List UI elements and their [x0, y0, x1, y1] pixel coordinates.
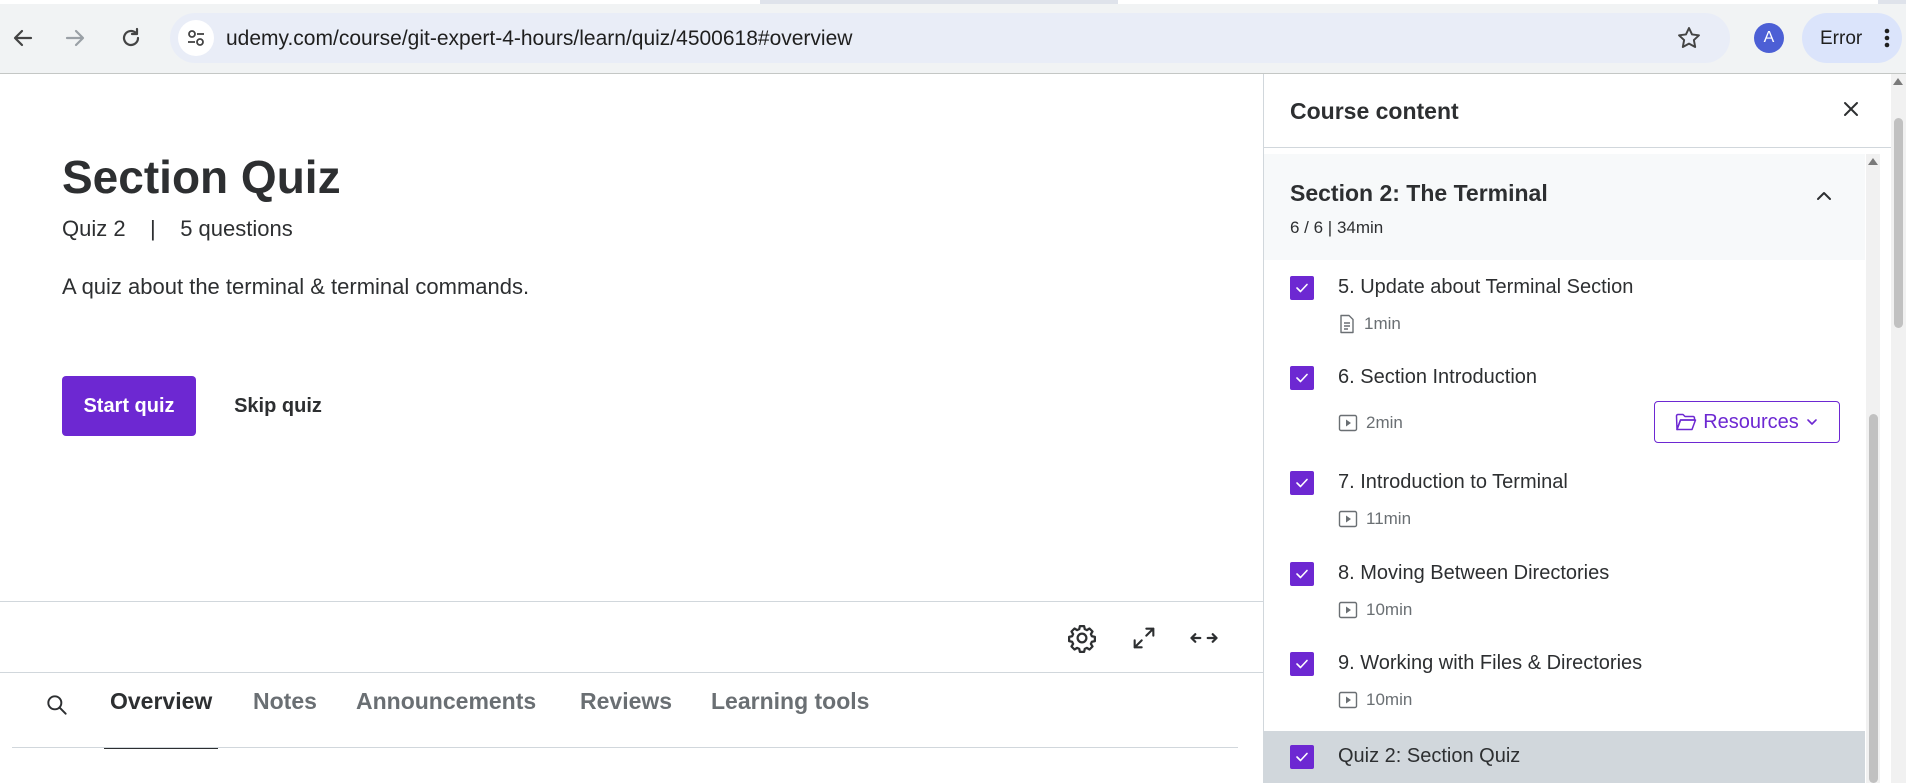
sidebar-header: Course content — [1264, 74, 1894, 148]
reload-icon — [122, 27, 140, 47]
error-menu-button[interactable]: Error — [1802, 13, 1902, 63]
lecture-item[interactable]: 9. Working with Files & Directories 10mi… — [1264, 636, 1865, 726]
lecture-meta: 1min — [1338, 314, 1401, 334]
sidebar-scrollbar[interactable] — [1866, 154, 1880, 783]
quiz-description: A quiz about the terminal & terminal com… — [62, 274, 530, 299]
back-arrow-icon — [13, 29, 33, 47]
url-text[interactable]: udemy.com/course/git-expert-4-hours/lear… — [226, 27, 852, 51]
tab-learning-tools[interactable]: Learning tools — [711, 688, 869, 748]
expand-icon — [1133, 627, 1155, 649]
lecture-item[interactable]: 6. Section Introduction 2min Resources — [1264, 350, 1865, 456]
browser-toolbar: udemy.com/course/git-expert-4-hours/lear… — [0, 0, 1906, 74]
tab-notes[interactable]: Notes — [253, 688, 317, 748]
section-header[interactable]: Section 2: The Terminal 6 / 6 | 34min — [1264, 154, 1865, 260]
video-icon — [1338, 691, 1358, 709]
course-tabs: Overview Notes Announcements Reviews Lea… — [0, 672, 1263, 749]
lecture-meta: 11min — [1338, 509, 1411, 529]
lecture-title[interactable]: 6. Section Introduction — [1338, 366, 1537, 389]
course-content-sidebar: Course content Section 2: The Terminal 6… — [1263, 74, 1906, 783]
lecture-duration: 10min — [1366, 600, 1413, 619]
quiz-main-area: Section Quiz Quiz 2 | 5 questions A quiz… — [0, 74, 1263, 783]
check-icon — [1296, 283, 1308, 293]
search-icon[interactable] — [44, 692, 70, 718]
tab-reviews[interactable]: Reviews — [580, 688, 672, 748]
quiz-item-active[interactable]: Quiz 2: Section Quiz — [1264, 731, 1865, 783]
completed-checkbox[interactable] — [1290, 471, 1314, 495]
folder-icon — [1675, 413, 1697, 431]
divider — [0, 601, 1263, 602]
tab-announcements[interactable]: Announcements — [356, 688, 536, 748]
chevron-down-icon — [1806, 419, 1817, 425]
back-button[interactable] — [6, 21, 40, 55]
check-icon — [1296, 478, 1308, 488]
start-quiz-button[interactable]: Start quiz — [62, 376, 196, 436]
lecture-title[interactable]: 7. Introduction to Terminal — [1338, 471, 1568, 494]
arrows-horizontal-icon — [1190, 633, 1218, 643]
lecture-duration: 1min — [1364, 314, 1401, 333]
page-scrollbar[interactable] — [1891, 74, 1906, 783]
close-icon — [1844, 102, 1858, 116]
lecture-duration: 11min — [1366, 509, 1412, 528]
resources-label: Resources — [1703, 410, 1799, 433]
completed-checkbox[interactable] — [1290, 652, 1314, 676]
quiz-meta: Quiz 2 | 5 questions — [62, 216, 293, 241]
completed-checkbox[interactable] — [1290, 745, 1314, 769]
bookmark-star-icon[interactable] — [1676, 25, 1702, 51]
site-info-icon[interactable] — [178, 20, 214, 56]
settings-button[interactable] — [1064, 620, 1100, 656]
chevron-up-icon[interactable] — [1814, 186, 1834, 206]
error-label: Error — [1820, 28, 1863, 49]
lecture-title[interactable]: 9. Working with Files & Directories — [1338, 652, 1642, 675]
lecture-duration: 2min — [1366, 413, 1403, 432]
lecture-duration: 10min — [1366, 690, 1413, 709]
lecture-item[interactable]: 5. Update about Terminal Section 1min — [1264, 260, 1865, 350]
completed-checkbox[interactable] — [1290, 562, 1314, 586]
completed-checkbox[interactable] — [1290, 366, 1314, 390]
check-icon — [1296, 659, 1308, 669]
check-icon — [1296, 569, 1308, 579]
lecture-title[interactable]: 5. Update about Terminal Section — [1338, 276, 1633, 299]
check-icon — [1296, 373, 1308, 383]
video-icon — [1338, 601, 1358, 619]
video-icon — [1338, 414, 1358, 432]
lecture-item[interactable]: 7. Introduction to Terminal 11min — [1264, 456, 1865, 546]
tab-overview[interactable]: Overview — [103, 688, 219, 749]
quiz-title: Section Quiz — [62, 151, 341, 203]
forward-button[interactable] — [58, 21, 92, 55]
lecture-meta: 10min — [1338, 690, 1412, 710]
quiz-title-item[interactable]: Quiz 2: Section Quiz — [1338, 745, 1520, 768]
fullscreen-button[interactable] — [1126, 620, 1162, 656]
close-sidebar-button[interactable] — [1840, 98, 1862, 120]
sidebar-title: Course content — [1290, 98, 1459, 124]
resources-button[interactable]: Resources — [1654, 401, 1840, 443]
gear-icon — [1068, 625, 1096, 653]
completed-checkbox[interactable] — [1290, 276, 1314, 300]
video-icon — [1338, 510, 1358, 528]
more-vert-icon — [1884, 28, 1890, 48]
address-bar[interactable]: udemy.com/course/git-expert-4-hours/lear… — [170, 13, 1730, 63]
lecture-meta: 2min — [1338, 413, 1403, 433]
section-meta: 6 / 6 | 34min — [1290, 218, 1384, 237]
divider — [12, 747, 1238, 748]
tab-strip — [0, 0, 1906, 4]
document-icon — [1340, 314, 1354, 334]
profile-avatar[interactable]: A — [1754, 23, 1784, 53]
forward-arrow-icon — [65, 29, 85, 47]
skip-quiz-button[interactable]: Skip quiz — [218, 376, 338, 436]
check-icon — [1296, 752, 1308, 762]
lecture-meta: 10min — [1338, 600, 1412, 620]
section-title: Section 2: The Terminal — [1290, 180, 1548, 206]
lecture-item[interactable]: 8. Moving Between Directories 10min — [1264, 546, 1865, 636]
expand-width-button[interactable] — [1186, 620, 1222, 656]
reload-button[interactable] — [114, 21, 148, 55]
lecture-title[interactable]: 8. Moving Between Directories — [1338, 562, 1609, 585]
